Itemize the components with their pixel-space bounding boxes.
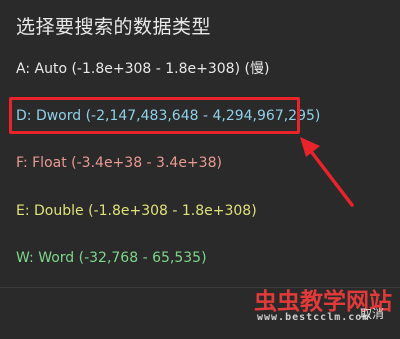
search-type-dialog: 选择要搜索的数据类型 A: Auto (-1.8e+308 - 1.8e+308… [0, 0, 400, 339]
watermark-url: www.bestcclm.com [257, 312, 370, 323]
cancel-button[interactable]: 取消 [360, 305, 384, 322]
